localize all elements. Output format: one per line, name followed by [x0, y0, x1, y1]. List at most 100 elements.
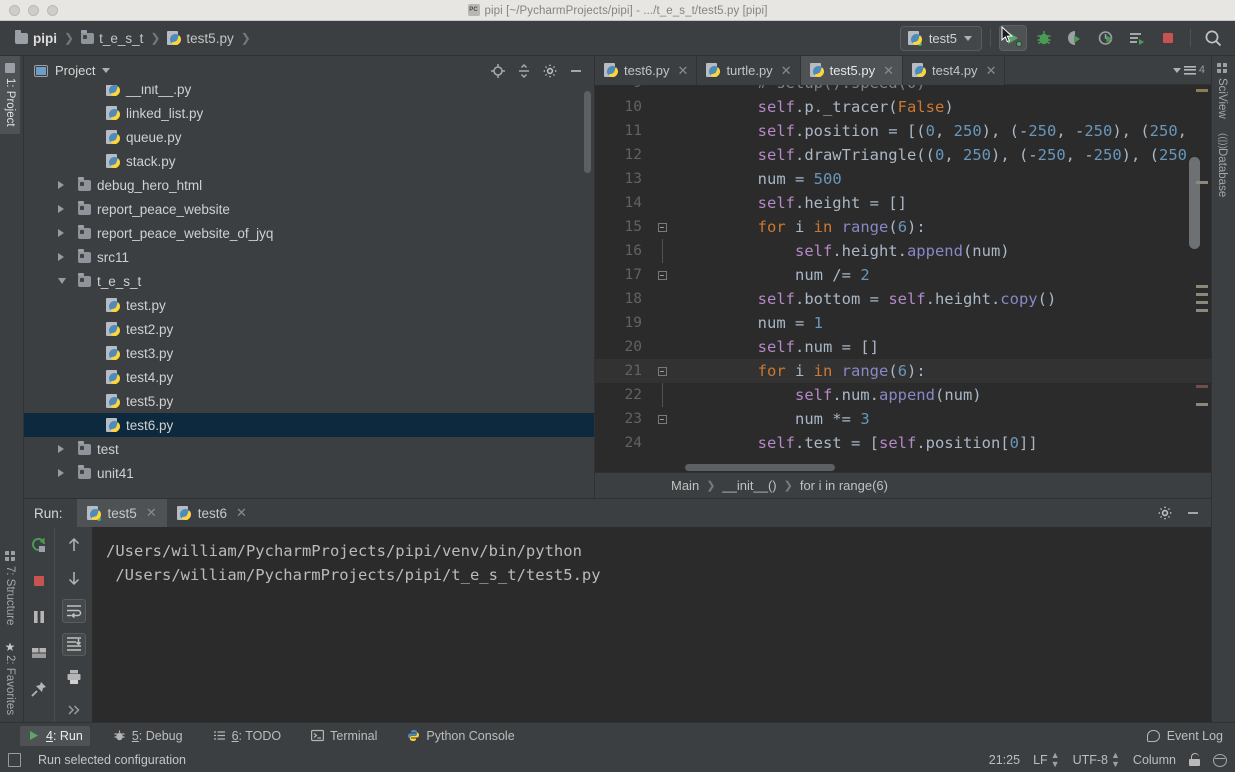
breadcrumb-item-file[interactable]: test5.py	[162, 29, 238, 48]
sidebar-item-project[interactable]: 1: Project	[0, 56, 20, 134]
event-log-button[interactable]: Event Log	[1146, 729, 1235, 743]
editor-tab[interactable]: test4.py ✕	[903, 56, 1006, 85]
down-button[interactable]	[62, 566, 86, 589]
settings-gear-icon[interactable]	[542, 63, 558, 79]
readonly-lock-icon[interactable]	[1189, 753, 1200, 766]
expand-arrow-icon[interactable]	[58, 445, 72, 453]
fold-end-icon[interactable]	[651, 270, 673, 280]
sidebar-item-favorites[interactable]: ★ 2: Favorites	[0, 633, 20, 722]
locate-icon[interactable]	[490, 63, 506, 79]
code-line[interactable]: 22 self.num.append(num)	[595, 383, 1211, 407]
fold-guide[interactable]	[651, 239, 673, 263]
code-line[interactable]: 23 num *= 3	[595, 407, 1211, 431]
close-icon[interactable]: ✕	[678, 63, 689, 79]
column-selection-mode[interactable]: Column	[1133, 753, 1176, 767]
hide-icon[interactable]	[1185, 505, 1201, 521]
tree-node-file[interactable]: test3.py	[24, 341, 594, 365]
tree-node-file[interactable]: stack.py	[24, 149, 594, 173]
collapse-all-icon[interactable]	[516, 63, 532, 79]
rerun-button[interactable]	[27, 533, 51, 557]
editor-tab[interactable]: test6.py ✕	[595, 56, 698, 85]
run-anything-button[interactable]	[1123, 25, 1151, 51]
tree-node-file[interactable]: test4.py	[24, 365, 594, 389]
stop-button[interactable]	[27, 569, 51, 593]
tool-window-button[interactable]: 5: Debug	[106, 726, 190, 746]
breadcrumb-item-project[interactable]: pipi	[10, 29, 62, 48]
code-line[interactable]: 16 self.height.append(num)	[595, 239, 1211, 263]
code-editor[interactable]: 9 # setup().speed(0)10 self.p._tracer(Fa…	[595, 85, 1211, 472]
editor-horizontal-scrollbar[interactable]	[685, 464, 835, 471]
close-icon[interactable]: ✕	[146, 505, 157, 521]
tree-node-file[interactable]: __init__.py	[24, 85, 594, 101]
project-scrollbar[interactable]	[584, 91, 591, 173]
breadcrumb-segment[interactable]: __init__()	[722, 478, 776, 493]
tree-node-folder[interactable]: unit41	[24, 461, 594, 485]
search-everywhere-button[interactable]	[1199, 25, 1227, 51]
run-configuration-selector[interactable]: test5	[899, 25, 982, 51]
sidebar-item-database[interactable]: ((|)) Database	[1212, 126, 1232, 204]
fold-collapse-icon[interactable]	[651, 366, 673, 376]
tree-node-folder[interactable]: t_e_s_t	[24, 269, 594, 293]
close-icon[interactable]: ✕	[781, 63, 792, 79]
tree-node-folder[interactable]: debug_hero_html	[24, 173, 594, 197]
pin-button[interactable]	[27, 677, 51, 701]
fold-end-icon[interactable]	[651, 414, 673, 424]
tree-node-file[interactable]: test5.py	[24, 389, 594, 413]
expand-arrow-icon[interactable]	[58, 205, 72, 213]
chevron-down-icon[interactable]	[102, 68, 111, 73]
settings-gear-icon[interactable]	[1157, 505, 1173, 521]
expand-arrow-icon[interactable]	[58, 229, 72, 237]
fold-guide[interactable]	[651, 383, 673, 407]
debug-button[interactable]	[1030, 25, 1058, 51]
tree-node-file[interactable]: linked_list.py	[24, 101, 594, 125]
run-tab[interactable]: test5 ✕	[76, 499, 167, 527]
tree-node-file[interactable]: test.py	[24, 293, 594, 317]
file-encoding[interactable]: UTF-8 ▲ ▼	[1073, 751, 1120, 769]
breadcrumb-item-folder[interactable]: t_e_s_t	[76, 29, 148, 48]
breadcrumb-segment[interactable]: for i in range(6)	[800, 478, 888, 493]
expand-arrow-icon[interactable]	[58, 181, 72, 189]
tool-window-button[interactable]: Terminal	[304, 726, 384, 746]
line-separator[interactable]: LF ▲ ▼	[1033, 751, 1060, 769]
up-button[interactable]	[62, 533, 86, 556]
expand-arrow-icon[interactable]	[58, 469, 72, 477]
profile-button[interactable]	[1092, 25, 1120, 51]
tool-window-button[interactable]: 6: TODO	[206, 726, 289, 746]
tree-node-folder[interactable]: report_peace_website	[24, 197, 594, 221]
close-icon[interactable]: ✕	[986, 63, 997, 79]
stop-button[interactable]	[1154, 25, 1182, 51]
code-line[interactable]: 18 self.bottom = self.height.copy()	[595, 287, 1211, 311]
editor-tab[interactable]: turtle.py ✕	[697, 56, 801, 85]
collapse-arrow-icon[interactable]	[58, 278, 72, 284]
run-tab[interactable]: test6 ✕	[167, 499, 257, 527]
inspection-widget-icon[interactable]	[1213, 753, 1227, 767]
breadcrumb-segment[interactable]: Main	[671, 478, 699, 493]
code-line[interactable]: 19 num = 1	[595, 311, 1211, 335]
more-button[interactable]	[62, 699, 86, 722]
code-line[interactable]: 14 self.height = []	[595, 191, 1211, 215]
run-console-output[interactable]: /Users/william/PycharmProjects/pipi/venv…	[92, 527, 1211, 722]
tree-node-file[interactable]: test6.py	[24, 413, 594, 437]
run-with-coverage-button[interactable]	[1061, 25, 1089, 51]
code-line[interactable]: 20 self.num = []	[595, 335, 1211, 359]
code-line[interactable]: 17 num /= 2	[595, 263, 1211, 287]
pause-button[interactable]	[27, 605, 51, 629]
tab-list-icon[interactable]	[1183, 65, 1196, 75]
close-icon[interactable]: ✕	[236, 505, 247, 521]
tree-node-folder[interactable]: src11	[24, 245, 594, 269]
hide-icon[interactable]	[568, 63, 584, 79]
tree-node-file[interactable]: queue.py	[24, 125, 594, 149]
code-line[interactable]: 21 for i in range(6):	[595, 359, 1211, 383]
soft-wrap-button[interactable]	[61, 599, 86, 623]
tree-node-folder[interactable]: report_peace_website_of_jyq	[24, 221, 594, 245]
print-button[interactable]	[62, 666, 86, 689]
sidebar-item-sciview[interactable]: SciView	[1212, 56, 1232, 126]
tool-window-button[interactable]: Python Console	[400, 726, 521, 746]
fold-collapse-icon[interactable]	[651, 222, 673, 232]
expand-arrow-icon[interactable]	[58, 253, 72, 261]
caret-position[interactable]: 21:25	[989, 753, 1020, 767]
layout-button[interactable]	[27, 641, 51, 665]
code-line[interactable]: 15 for i in range(6):	[595, 215, 1211, 239]
sidebar-item-structure[interactable]: 7: Structure	[0, 544, 20, 632]
project-tree[interactable]: __init__.py linked_list.py queue.py stack.p…	[24, 85, 594, 498]
